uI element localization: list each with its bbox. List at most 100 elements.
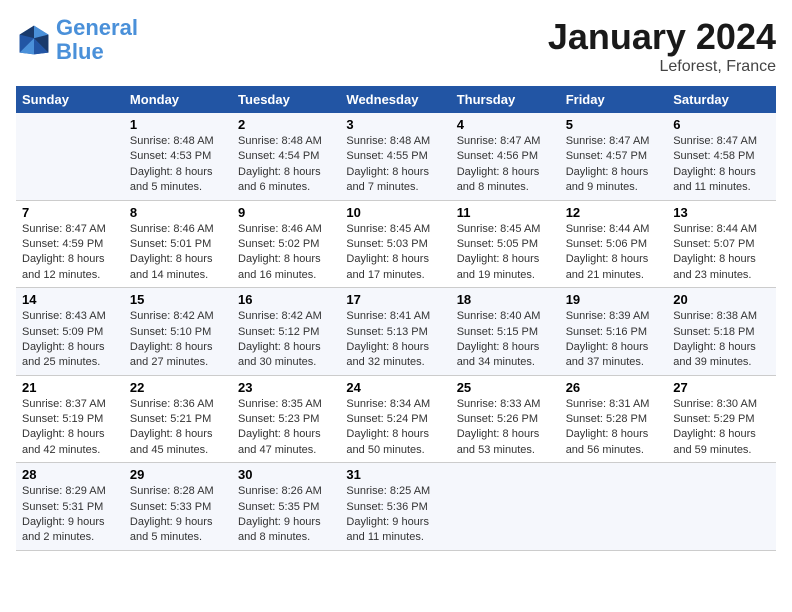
day-cell: 21Sunrise: 8:37 AMSunset: 5:19 PMDayligh… [16, 375, 124, 463]
day-number: 15 [130, 292, 226, 307]
day-number: 26 [566, 380, 662, 395]
day-cell: 30 Sunrise: 8:26 AMSunset: 5:35 PMDayligh… [232, 463, 340, 551]
day-cell: 20 Sunrise: 8:38 AMSunset: 5:18 PMDayligh… [667, 288, 776, 376]
day-number: 17 [346, 292, 444, 307]
title-block: January 2024 Leforest, France [548, 16, 776, 76]
day-cell: 6Sunrise: 8:47 AMSunset: 4:58 PMDaylight… [667, 113, 776, 200]
day-number: 31 [346, 467, 444, 482]
day-info: Sunrise: 8:38 AMSunset: 5:18 PMDaylight:… [673, 309, 770, 371]
day-info: Sunrise: 8:44 AMSunset: 5:07 PMDaylight:… [673, 222, 770, 284]
day-cell: 27 Sunrise: 8:30 AMSunset: 5:29 PMDayligh… [667, 375, 776, 463]
day-info: Sunrise: 8:36 AMSunset: 5:21 PMDaylight:… [130, 397, 226, 459]
day-info: Sunrise: 8:48 AMSunset: 4:53 PMDaylight:… [130, 134, 226, 196]
day-number: 18 [457, 292, 554, 307]
day-cell: 13 Sunrise: 8:44 AMSunset: 5:07 PMDayligh… [667, 200, 776, 288]
day-cell: 3 Sunrise: 8:48 AMSunset: 4:55 PMDaylight… [340, 113, 450, 200]
day-number: 28 [22, 467, 118, 482]
day-cell: 18 Sunrise: 8:40 AMSunset: 5:15 PMDayligh… [451, 288, 560, 376]
col-header-monday: Monday [124, 86, 232, 113]
day-cell: 7Sunrise: 8:47 AMSunset: 4:59 PMDaylight… [16, 200, 124, 288]
day-cell: 5 Sunrise: 8:47 AMSunset: 4:57 PMDaylight… [560, 113, 668, 200]
day-cell: 22 Sunrise: 8:36 AMSunset: 5:21 PMDayligh… [124, 375, 232, 463]
day-number: 3 [346, 117, 444, 132]
day-number: 27 [673, 380, 770, 395]
day-number: 13 [673, 205, 770, 220]
day-info: Sunrise: 8:28 AMSunset: 5:33 PMDaylight:… [130, 484, 226, 546]
day-cell: 16Sunrise: 8:42 AMSunset: 5:12 PMDayligh… [232, 288, 340, 376]
day-cell: 8Sunrise: 8:46 AMSunset: 5:01 PMDaylight… [124, 200, 232, 288]
week-row-2: 7Sunrise: 8:47 AMSunset: 4:59 PMDaylight… [16, 200, 776, 288]
day-cell: 14 Sunrise: 8:43 AMSunset: 5:09 PMDayligh… [16, 288, 124, 376]
col-header-friday: Friday [560, 86, 668, 113]
header-row: SundayMondayTuesdayWednesdayThursdayFrid… [16, 86, 776, 113]
day-cell [560, 463, 668, 551]
day-info: Sunrise: 8:33 AMSunset: 5:26 PMDaylight:… [457, 397, 554, 459]
calendar-table: SundayMondayTuesdayWednesdayThursdayFrid… [16, 86, 776, 551]
day-info: Sunrise: 8:26 AMSunset: 5:35 PMDaylight:… [238, 484, 334, 546]
day-number: 12 [566, 205, 662, 220]
day-info: Sunrise: 8:46 AMSunset: 5:02 PMDaylight:… [238, 222, 334, 284]
day-info: Sunrise: 8:45 AMSunset: 5:05 PMDaylight:… [457, 222, 554, 284]
day-number: 7 [22, 205, 118, 220]
day-info: Sunrise: 8:30 AMSunset: 5:29 PMDaylight:… [673, 397, 770, 459]
day-number: 10 [346, 205, 444, 220]
day-info: Sunrise: 8:48 AMSunset: 4:55 PMDaylight:… [346, 134, 444, 196]
day-number: 20 [673, 292, 770, 307]
day-cell [667, 463, 776, 551]
col-header-sunday: Sunday [16, 86, 124, 113]
day-cell: 19 Sunrise: 8:39 AMSunset: 5:16 PMDayligh… [560, 288, 668, 376]
page-header: General Blue January 2024 Leforest, Fran… [16, 16, 776, 76]
day-number: 22 [130, 380, 226, 395]
day-number: 30 [238, 467, 334, 482]
col-header-saturday: Saturday [667, 86, 776, 113]
location: Leforest, France [548, 58, 776, 76]
col-header-wednesday: Wednesday [340, 86, 450, 113]
day-cell: 31 Sunrise: 8:25 AMSunset: 5:36 PMDayligh… [340, 463, 450, 551]
day-cell: 15 Sunrise: 8:42 AMSunset: 5:10 PMDayligh… [124, 288, 232, 376]
day-info: Sunrise: 8:41 AMSunset: 5:13 PMDaylight:… [346, 309, 444, 371]
day-cell: 2Sunrise: 8:48 AMSunset: 4:54 PMDaylight… [232, 113, 340, 200]
day-number: 1 [130, 117, 226, 132]
day-info: Sunrise: 8:47 AMSunset: 4:56 PMDaylight:… [457, 134, 554, 196]
col-header-tuesday: Tuesday [232, 86, 340, 113]
day-info: Sunrise: 8:42 AMSunset: 5:10 PMDaylight:… [130, 309, 226, 371]
day-info: Sunrise: 8:43 AMSunset: 5:09 PMDaylight:… [22, 309, 118, 371]
day-info: Sunrise: 8:37 AMSunset: 5:19 PMDaylight:… [22, 397, 118, 459]
day-info: Sunrise: 8:35 AMSunset: 5:23 PMDaylight:… [238, 397, 334, 459]
day-info: Sunrise: 8:46 AMSunset: 5:01 PMDaylight:… [130, 222, 226, 284]
day-info: Sunrise: 8:34 AMSunset: 5:24 PMDaylight:… [346, 397, 444, 459]
day-cell: 26 Sunrise: 8:31 AMSunset: 5:28 PMDayligh… [560, 375, 668, 463]
day-cell [16, 113, 124, 200]
week-row-4: 21Sunrise: 8:37 AMSunset: 5:19 PMDayligh… [16, 375, 776, 463]
day-info: Sunrise: 8:29 AMSunset: 5:31 PMDaylight:… [22, 484, 118, 546]
day-cell: 29 Sunrise: 8:28 AMSunset: 5:33 PMDayligh… [124, 463, 232, 551]
day-cell: 28 Sunrise: 8:29 AMSunset: 5:31 PMDayligh… [16, 463, 124, 551]
day-info: Sunrise: 8:47 AMSunset: 4:58 PMDaylight:… [673, 134, 770, 196]
week-row-5: 28 Sunrise: 8:29 AMSunset: 5:31 PMDayligh… [16, 463, 776, 551]
day-info: Sunrise: 8:47 AMSunset: 4:57 PMDaylight:… [566, 134, 662, 196]
day-number: 29 [130, 467, 226, 482]
week-row-3: 14 Sunrise: 8:43 AMSunset: 5:09 PMDayligh… [16, 288, 776, 376]
day-info: Sunrise: 8:48 AMSunset: 4:54 PMDaylight:… [238, 134, 334, 196]
day-number: 25 [457, 380, 554, 395]
col-header-thursday: Thursday [451, 86, 560, 113]
day-cell: 25 Sunrise: 8:33 AMSunset: 5:26 PMDayligh… [451, 375, 560, 463]
month-title: January 2024 [548, 16, 776, 58]
day-number: 9 [238, 205, 334, 220]
day-number: 24 [346, 380, 444, 395]
day-cell: 4Sunrise: 8:47 AMSunset: 4:56 PMDaylight… [451, 113, 560, 200]
day-number: 14 [22, 292, 118, 307]
day-cell: 17 Sunrise: 8:41 AMSunset: 5:13 PMDayligh… [340, 288, 450, 376]
day-cell: 12Sunrise: 8:44 AMSunset: 5:06 PMDayligh… [560, 200, 668, 288]
day-number: 23 [238, 380, 334, 395]
day-number: 5 [566, 117, 662, 132]
day-info: Sunrise: 8:31 AMSunset: 5:28 PMDaylight:… [566, 397, 662, 459]
day-cell: 24 Sunrise: 8:34 AMSunset: 5:24 PMDayligh… [340, 375, 450, 463]
day-info: Sunrise: 8:42 AMSunset: 5:12 PMDaylight:… [238, 309, 334, 371]
day-cell: 23 Sunrise: 8:35 AMSunset: 5:23 PMDayligh… [232, 375, 340, 463]
day-cell: 10Sunrise: 8:45 AMSunset: 5:03 PMDayligh… [340, 200, 450, 288]
day-number: 19 [566, 292, 662, 307]
day-info: Sunrise: 8:39 AMSunset: 5:16 PMDaylight:… [566, 309, 662, 371]
day-info: Sunrise: 8:25 AMSunset: 5:36 PMDaylight:… [346, 484, 444, 546]
day-info: Sunrise: 8:40 AMSunset: 5:15 PMDaylight:… [457, 309, 554, 371]
